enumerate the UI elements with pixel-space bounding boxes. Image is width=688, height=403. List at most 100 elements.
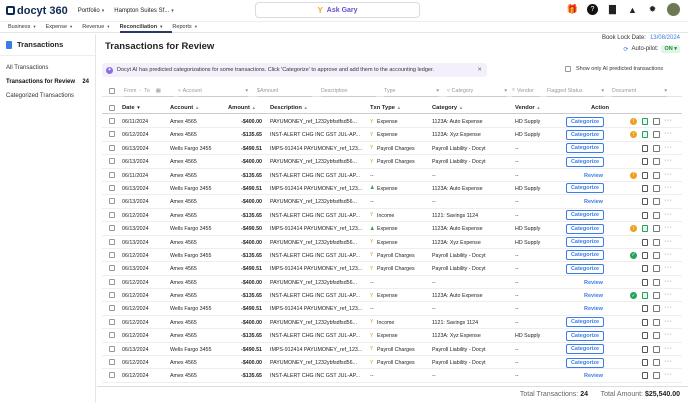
document-icon[interactable] <box>642 171 648 179</box>
note-icon[interactable] <box>653 158 660 166</box>
sidebar-item-transactions-for-review[interactable]: Transactions for Review 24 <box>0 75 95 89</box>
table-row[interactable]: 06/11/2024 Amex 4565 -$400.00 PAYUMONEY_ref… <box>102 115 682 129</box>
document-icon[interactable] <box>642 292 648 300</box>
row-vendor[interactable]: HD Supply <box>515 226 540 232</box>
nav-reports[interactable]: Reports ▾ <box>172 22 207 33</box>
row-checkbox[interactable] <box>109 238 115 245</box>
document-icon[interactable] <box>642 158 648 166</box>
row-checkbox[interactable] <box>109 184 115 191</box>
row-category[interactable]: 1121: Savings 1124 <box>432 320 478 326</box>
row-category[interactable]: -- <box>432 373 436 379</box>
row-txn-type[interactable]: Y Income <box>370 213 394 219</box>
document-icon[interactable] <box>642 305 648 313</box>
table-row[interactable]: 06/12/2024 Amex 4565 -$135.65 INST-ALERT CH… <box>102 128 682 142</box>
more-options-icon[interactable]: ··· <box>664 197 673 204</box>
row-category[interactable]: 1123A: Xyz Expense <box>432 132 481 138</box>
table-row[interactable]: 06/12/2024 Amex 4565 -$400.00 PAYUMONEY_ref… <box>102 356 682 370</box>
show-ai-checkbox[interactable] <box>565 66 571 72</box>
row-category[interactable]: 1121: Savings 1124 <box>432 213 478 219</box>
row-category[interactable]: Payroll Liability - Docyt <box>432 266 486 272</box>
row-category[interactable]: 1123A: Xyz Expense <box>432 333 481 339</box>
review-link[interactable]: Review <box>584 280 603 286</box>
categorize-button[interactable]: Categorize <box>566 357 604 368</box>
chat-icon[interactable]: ▇ <box>607 4 618 15</box>
note-icon[interactable] <box>653 305 660 313</box>
document-icon[interactable] <box>642 332 648 340</box>
row-checkbox[interactable] <box>109 118 115 124</box>
nav-reconciliation[interactable]: Reconciliation ▾ <box>119 22 173 33</box>
row-txn-type[interactable]: Y Income <box>370 320 394 326</box>
col-date[interactable]: Date ▼ <box>122 105 141 111</box>
categorize-button[interactable]: Categorize <box>566 183 604 194</box>
row-category[interactable]: -- <box>432 199 436 205</box>
categorize-button[interactable]: Categorize <box>566 317 604 328</box>
document-icon[interactable] <box>642 198 648 206</box>
warning-icon[interactable]: ! <box>630 118 637 125</box>
row-checkbox[interactable] <box>109 332 115 339</box>
check-icon[interactable]: ✓ <box>630 251 637 259</box>
row-txn-type[interactable]: Y Payroll Charges <box>370 266 415 272</box>
table-row[interactable]: 06/13/2024 Amex 4565 -$400.00 PAYUMONEY_ref… <box>102 236 682 249</box>
row-txn-type[interactable]: Y Payroll Charges <box>370 360 415 366</box>
row-txn-type[interactable]: Y Expense <box>370 293 398 299</box>
table-row[interactable]: 06/13/2024 Wells Fargo 3455 -$490.51 IMPS-9… <box>102 142 682 156</box>
categorize-button[interactable]: Categorize <box>566 156 604 167</box>
table-row[interactable]: 06/12/2024 Amex 4565 -$400.00 PAYUMONEY_ref… <box>102 276 682 290</box>
more-options-icon[interactable]: ··· <box>664 130 673 137</box>
row-checkbox[interactable] <box>109 265 115 272</box>
note-icon[interactable] <box>653 372 660 380</box>
row-txn-type[interactable]: ♟ Expense <box>370 186 398 192</box>
more-options-icon[interactable]: ··· <box>664 238 673 245</box>
autopilot-toggle[interactable]: ON ▾ <box>661 45 680 53</box>
row-checkbox[interactable] <box>109 171 115 178</box>
row-checkbox[interactable] <box>109 144 115 151</box>
more-options-icon[interactable]: ··· <box>664 251 673 258</box>
table-row[interactable]: 06/12/2024 Wells Fargo 3455 -$135.65 INST-A… <box>102 249 682 263</box>
warning-icon[interactable]: ! <box>630 131 637 139</box>
row-category[interactable]: 1123A: Auto Expense <box>432 119 483 125</box>
account-filter[interactable]: ▿ Account ▾ <box>178 85 248 97</box>
note-icon[interactable] <box>653 211 660 219</box>
more-options-icon[interactable]: ··· <box>664 144 673 151</box>
category-filter[interactable]: ▿ Category ▾ <box>447 85 507 97</box>
lock-date-value[interactable]: 13/08/2024 <box>650 35 680 41</box>
row-vendor[interactable]: -- <box>515 320 519 326</box>
document-icon[interactable] <box>642 359 648 367</box>
type-filter[interactable]: Type ▾ <box>384 85 439 97</box>
document-icon[interactable] <box>642 131 648 139</box>
note-icon[interactable] <box>653 144 660 152</box>
row-txn-type[interactable]: Y Expense <box>370 333 398 339</box>
table-row[interactable]: 06/12/2024 Amex 4565 -$135.65 INST-ALERT CH… <box>102 369 682 383</box>
review-link[interactable]: Review <box>584 373 603 379</box>
nav-expense[interactable]: Expense ▾ <box>46 22 83 33</box>
row-category[interactable]: 1123A: Auto Expense <box>432 186 483 192</box>
portfolio-selector[interactable]: Portfolio ▾ <box>78 8 105 14</box>
note-icon[interactable] <box>653 225 660 233</box>
row-vendor[interactable]: HD Supply <box>515 132 540 138</box>
more-options-icon[interactable]: ··· <box>664 184 673 191</box>
row-category[interactable]: 1123A: Auto Expense <box>432 226 483 232</box>
avatar[interactable] <box>667 3 680 16</box>
table-row[interactable]: 06/13/2024 Wells Fargo 3455 -$490.50 IMPS-9… <box>102 222 682 236</box>
row-category[interactable]: 1123A: Xyz Expense <box>432 240 481 246</box>
review-link[interactable]: Review <box>584 306 603 312</box>
review-link[interactable]: Review <box>584 173 603 179</box>
to-input[interactable]: To <box>144 88 150 94</box>
row-checkbox[interactable] <box>109 211 115 218</box>
note-icon[interactable] <box>653 238 660 246</box>
more-options-icon[interactable]: ··· <box>664 278 673 285</box>
bell-icon[interactable]: ▲ <box>627 4 638 15</box>
row-checkbox[interactable] <box>109 198 115 205</box>
more-options-icon[interactable]: ··· <box>664 318 673 325</box>
note-icon[interactable] <box>653 171 660 179</box>
description-filter[interactable]: Description <box>321 85 376 97</box>
note-icon[interactable] <box>653 359 660 367</box>
table-row[interactable]: 06/13/2024 Amex 4565 -$400.00 PAYUMONEY_ref… <box>102 195 682 209</box>
row-txn-type[interactable]: Y Payroll Charges <box>370 253 415 259</box>
note-icon[interactable] <box>653 251 660 259</box>
categorize-button[interactable]: Categorize <box>566 116 604 127</box>
document-icon[interactable] <box>642 251 648 259</box>
more-options-icon[interactable]: ··· <box>664 291 673 298</box>
nav-business[interactable]: Business ▾ <box>8 22 46 33</box>
categorize-button[interactable]: Categorize <box>566 250 604 261</box>
